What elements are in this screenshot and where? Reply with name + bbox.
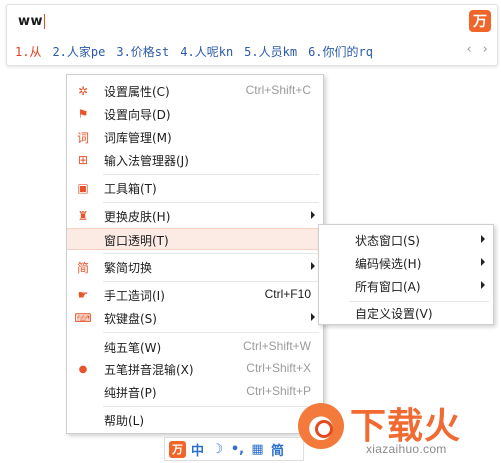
ime-logo-icon[interactable]: 万 [469,10,491,32]
menu-item-manual-word[interactable]: ☛ 手工造词(I) Ctrl+F10 [67,284,323,306]
menu-item-label: 自定义设置(V) [355,307,433,321]
menu-shortcut: Ctrl+F10 [264,287,311,301]
menu-item-settings[interactable]: ✲ 设置属性(C) Ctrl+Shift+C [67,80,323,102]
manager-icon: ⊞ [77,153,89,167]
menu-item-label: 手工造词(I) [104,289,165,303]
submenu-arrow-icon [311,313,315,321]
menu-item-label: 窗口透明(T) [104,234,169,248]
candidate-item[interactable]: 6.你们的rq [308,43,373,60]
ime-logo-icon[interactable]: 万 [169,440,186,458]
watermark-logo-icon [298,403,344,449]
ime-status-bar: 万 中 ☽ •, ▦ 简 [164,437,304,461]
submenu-item-custom-settings[interactable]: 自定义设置(V) [319,302,493,324]
menu-item-label: 纯拼音(P) [104,386,157,400]
submenu-arrow-icon [481,281,485,289]
submenu-item-status-window[interactable]: 状态窗口(S) [319,229,493,251]
candidate-list: 1.从 2.人家pe 3.价格st 4.人呢kn 5.人员km 6.你们的rq … [15,42,489,60]
menu-separator [103,174,319,175]
menu-separator [103,202,319,203]
moon-icon[interactable]: ☽ [209,440,226,458]
menu-item-label: 设置属性(C) [104,85,170,99]
menu-item-label: 繁简切换 [104,261,153,275]
keyboard-icon[interactable]: ▦ [249,440,266,458]
punctuation-toggle[interactable]: •, [229,440,246,458]
menu-item-pure-pinyin[interactable]: 纯拼音(P) Ctrl+Shift+P [67,381,323,403]
menu-item-window-transparency[interactable]: 窗口透明(T) [67,228,323,250]
submenu-arrow-icon [311,262,315,270]
menu-item-label: 状态窗口(S) [355,234,420,248]
menu-separator [103,253,319,254]
submenu-item-all-windows[interactable]: 所有窗口(A) [319,275,493,297]
menu-item-label: 五笔拼音混输(X) [104,363,194,377]
chevron-left-icon[interactable]: ‹ [465,42,473,57]
submenu-item-candidate-window[interactable]: 编码候选(H) [319,252,493,274]
candidate-item[interactable]: 4.人呢kn [180,43,233,60]
traditional-simplified-icon: 简 [76,260,89,275]
menu-shortcut: Ctrl+Shift+C [245,83,311,97]
submenu-arrow-icon [311,211,315,219]
menu-item-dictionary[interactable]: 词 词库管理(M) [67,126,323,148]
menu-item-label: 所有窗口(A) [355,280,421,294]
dictionary-icon: 词 [76,130,89,145]
candidate-item[interactable]: 1.从 [15,43,41,60]
transparency-submenu: 状态窗口(S) 编码候选(H) 所有窗口(A) 自定义设置(V) [318,224,494,325]
candidate-item[interactable]: 3.价格st [116,43,169,60]
menu-item-label: 词库管理(M) [104,131,172,145]
menu-item-traditional-simplified[interactable]: 简 繁简切换 [67,256,323,278]
menu-item-label: 工具箱(T) [104,182,157,196]
candidate-item[interactable]: 2.人家pe [52,43,105,60]
menu-item-toolbox[interactable]: ▣ 工具箱(T) [67,177,323,199]
soft-keyboard-icon: ⌨ [74,311,92,325]
selected-dot-icon: ● [78,363,88,375]
watermark: 下载火 xiazaihuo.com [298,395,498,461]
menu-item-help[interactable]: 帮助(L) [67,409,323,431]
composition-text: ww [18,14,44,29]
candidate-page-nav: ‹ › [465,42,489,57]
menu-shortcut: Ctrl+Shift+W [242,339,311,353]
menu-separator [103,406,319,407]
watermark-url: xiazaihuo.com [366,442,447,456]
menu-separator [103,332,319,333]
chinese-mode-toggle[interactable]: 中 [189,440,206,459]
candidate-window: ww 万 1.从 2.人家pe 3.价格st 4.人呢kn 5.人员km 6.你… [6,4,498,66]
shirt-icon: ♜ [77,209,89,223]
menu-item-label: 设置向导(D) [104,108,171,122]
menu-item-ime-manager[interactable]: ⊞ 输入法管理器(J) [67,149,323,171]
candidate-item[interactable]: 5.人员km [244,43,297,60]
menu-item-soft-keyboard[interactable]: ⌨ 软键盘(S) [67,307,323,329]
chevron-right-icon[interactable]: › [481,42,489,57]
simplified-toggle[interactable]: 简 [269,440,286,459]
menu-item-label: 输入法管理器(J) [104,154,189,168]
toolbox-icon: ▣ [77,181,89,195]
menu-item-pure-wubi[interactable]: 纯五笔(W) Ctrl+Shift+W [67,336,323,358]
menu-item-setup-wizard[interactable]: ⚑ 设置向导(D) [67,103,323,125]
submenu-arrow-icon [481,235,485,243]
submenu-arrow-icon [481,258,485,266]
menu-item-change-skin[interactable]: ♜ 更换皮肤(H) [67,205,323,227]
menu-item-label: 纯五笔(W) [104,341,162,355]
menu-item-label: 软键盘(S) [104,312,157,326]
menu-shortcut: Ctrl+Shift+X [246,361,311,375]
context-menu: ✲ 设置属性(C) Ctrl+Shift+C ⚑ 设置向导(D) 词 词库管理(… [66,74,324,434]
menu-item-wubi-pinyin-mix[interactable]: ● 五笔拼音混输(X) Ctrl+Shift+X [67,358,323,380]
menu-item-label: 帮助(L) [104,414,145,428]
composition-string: ww [18,14,46,29]
text-caret [44,14,46,29]
hand-icon: ☛ [77,288,89,302]
menu-item-label: 更换皮肤(H) [104,210,171,224]
gear-icon: ✲ [77,84,89,98]
flag-icon: ⚑ [77,107,89,121]
menu-item-label: 编码候选(H) [355,257,422,271]
menu-separator [103,281,319,282]
